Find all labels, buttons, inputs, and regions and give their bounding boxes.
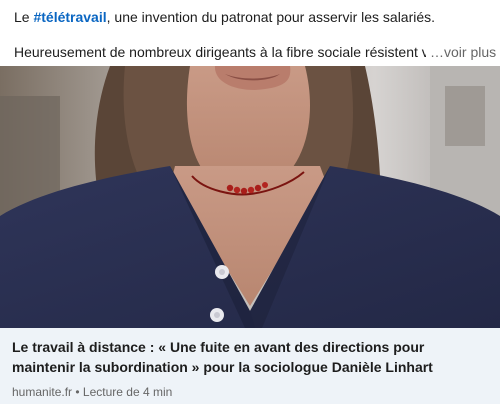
feed-post: Le #télétravail, une invention du patron…: [0, 0, 500, 404]
post-text-line-1: Le #télétravail, une invention du patron…: [14, 8, 486, 27]
post-text-prefix: Le: [14, 9, 34, 25]
post-text-line-2: Heureusement de nombreux dirigeants à la…: [14, 43, 496, 62]
article-source-line: humanite.fr • Lecture de 4 min: [12, 384, 488, 400]
article-read-time: Lecture de 4 min: [82, 385, 173, 399]
source-separator: •: [72, 385, 83, 399]
article-card[interactable]: Le travail à distance : « Une fuite en a…: [0, 66, 500, 404]
article-image[interactable]: [0, 66, 500, 328]
article-source: humanite.fr: [12, 385, 73, 399]
post-text-suffix: , une invention du patronat pour asservi…: [106, 9, 436, 25]
post-text: Le #télétravail, une invention du patron…: [0, 0, 500, 62]
article-meta[interactable]: Le travail à distance : « Une fuite en a…: [0, 328, 500, 404]
article-headline[interactable]: Le travail à distance : « Une fuite en a…: [12, 337, 488, 377]
hashtag-link[interactable]: #télétravail: [33, 9, 106, 25]
see-more-button[interactable]: …voir plus: [430, 43, 496, 62]
post-text-truncated: Heureusement de nombreux dirigeants à la…: [14, 44, 426, 60]
